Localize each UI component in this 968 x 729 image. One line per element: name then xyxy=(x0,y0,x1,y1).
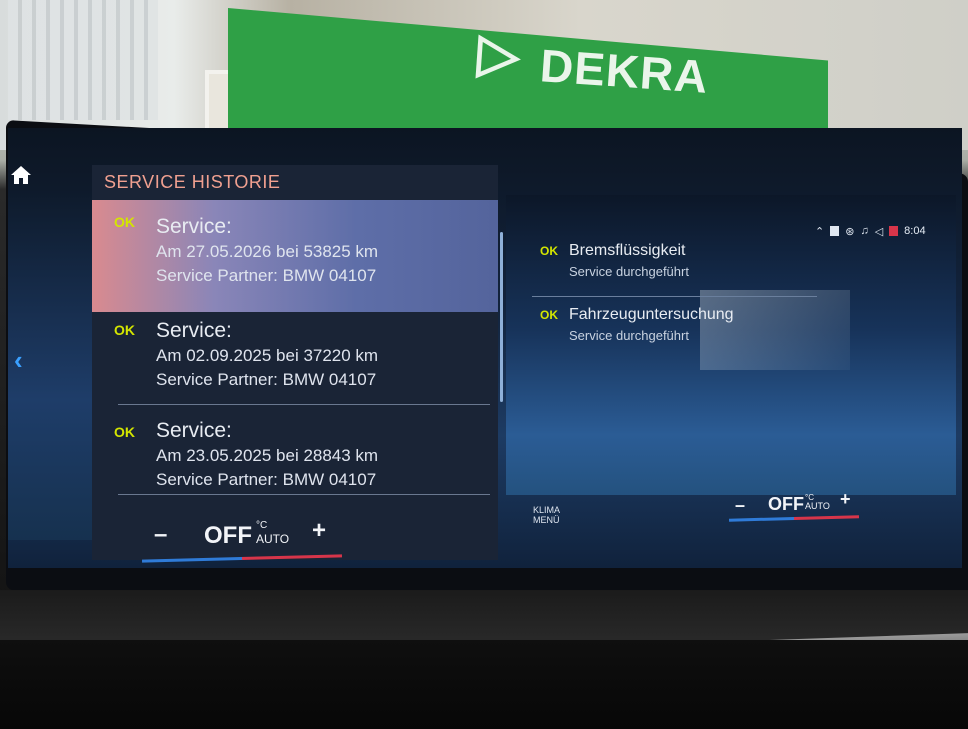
scrollbar[interactable] xyxy=(500,232,503,402)
service-item-date: Am 23.05.2025 bei 28843 km xyxy=(156,446,379,465)
status-ok-badge: OK xyxy=(114,214,135,230)
temp-decrease-button[interactable]: – xyxy=(154,521,167,549)
phone-icon xyxy=(889,226,899,236)
service-item-title: Service: xyxy=(156,319,232,342)
temp-decrease-button[interactable]: – xyxy=(735,495,745,516)
detail-item-subtitle: Service durchgeführt xyxy=(569,328,689,343)
temp-gradient-bar xyxy=(728,515,860,522)
service-item-partner: Service Partner: BMW 04107 xyxy=(156,370,377,389)
temp-unit: °C xyxy=(256,520,268,531)
music-icon: ♫ xyxy=(860,225,869,237)
temp-value: OFF xyxy=(204,522,252,549)
list-divider xyxy=(532,296,817,297)
climate-menu-label: MENÜ xyxy=(533,515,560,525)
temp-mode: AUTO xyxy=(805,501,830,511)
dekra-logo-icon: ▷ xyxy=(475,22,522,86)
temp-increase-button[interactable]: + xyxy=(312,517,326,545)
temp-gradient-bar xyxy=(141,554,343,563)
service-list-item[interactable]: OK Service: Am 23.05.2025 bei 28843 km S… xyxy=(92,412,498,504)
temp-increase-button[interactable]: + xyxy=(840,489,851,510)
temp-mode: AUTO xyxy=(256,532,290,546)
clock-time: 8:04 xyxy=(904,225,926,237)
volume-icon: ◁ xyxy=(874,225,884,238)
service-item-partner: Service Partner: BMW 04107 xyxy=(156,470,377,489)
detail-item-subtitle: Service durchgeführt xyxy=(569,264,689,279)
connectivity-icon: ⊛ xyxy=(845,225,855,238)
chevron-left-icon[interactable]: ‹ xyxy=(14,345,23,376)
status-ok-badge: OK xyxy=(540,244,558,258)
service-item-title: Service: xyxy=(156,215,232,238)
photo-scene: ▷ DEKRA ‹ SERVICE HISTORIE OK Service: A… xyxy=(0,0,968,729)
list-divider xyxy=(118,404,490,405)
climate-menu-button[interactable]: KLIMA MENÜ xyxy=(533,505,560,525)
status-bar: ⌃ ⊛ ♫ ◁ 8:04 xyxy=(815,222,926,240)
dashboard-lower xyxy=(0,640,968,729)
page-title: SERVICE HISTORIE xyxy=(104,172,281,192)
service-item-partner: Service Partner: BMW 04107 xyxy=(156,266,377,285)
battery-icon xyxy=(830,226,840,236)
climate-control-right: – OFF °C AUTO + xyxy=(725,488,865,523)
temp-value: OFF xyxy=(768,494,804,514)
service-item-date: Am 02.09.2025 bei 37220 km xyxy=(156,346,379,365)
service-item-title: Service: xyxy=(156,419,232,442)
home-icon[interactable] xyxy=(10,165,32,185)
service-list-item[interactable]: OK Service: Am 02.09.2025 bei 37220 km S… xyxy=(92,312,498,404)
climate-menu-label: KLIMA xyxy=(533,505,561,515)
service-list-item[interactable]: OK Service: Am 27.05.2026 bei 53825 km S… xyxy=(92,200,498,312)
status-ok-badge: OK xyxy=(540,308,558,322)
climate-control-left: – OFF °C AUTO + xyxy=(140,515,350,570)
background-curtain xyxy=(8,0,158,120)
chevron-up-icon[interactable]: ⌃ xyxy=(815,225,824,238)
detail-item-title: Fahrzeuguntersuchung xyxy=(569,306,734,323)
service-item-date: Am 27.05.2026 bei 53825 km xyxy=(156,242,379,261)
detail-item-title: Bremsflüssigkeit xyxy=(569,242,686,259)
status-ok-badge: OK xyxy=(114,322,135,338)
status-ok-badge: OK xyxy=(114,424,135,440)
list-divider xyxy=(118,494,490,495)
window-reflection xyxy=(700,290,850,370)
